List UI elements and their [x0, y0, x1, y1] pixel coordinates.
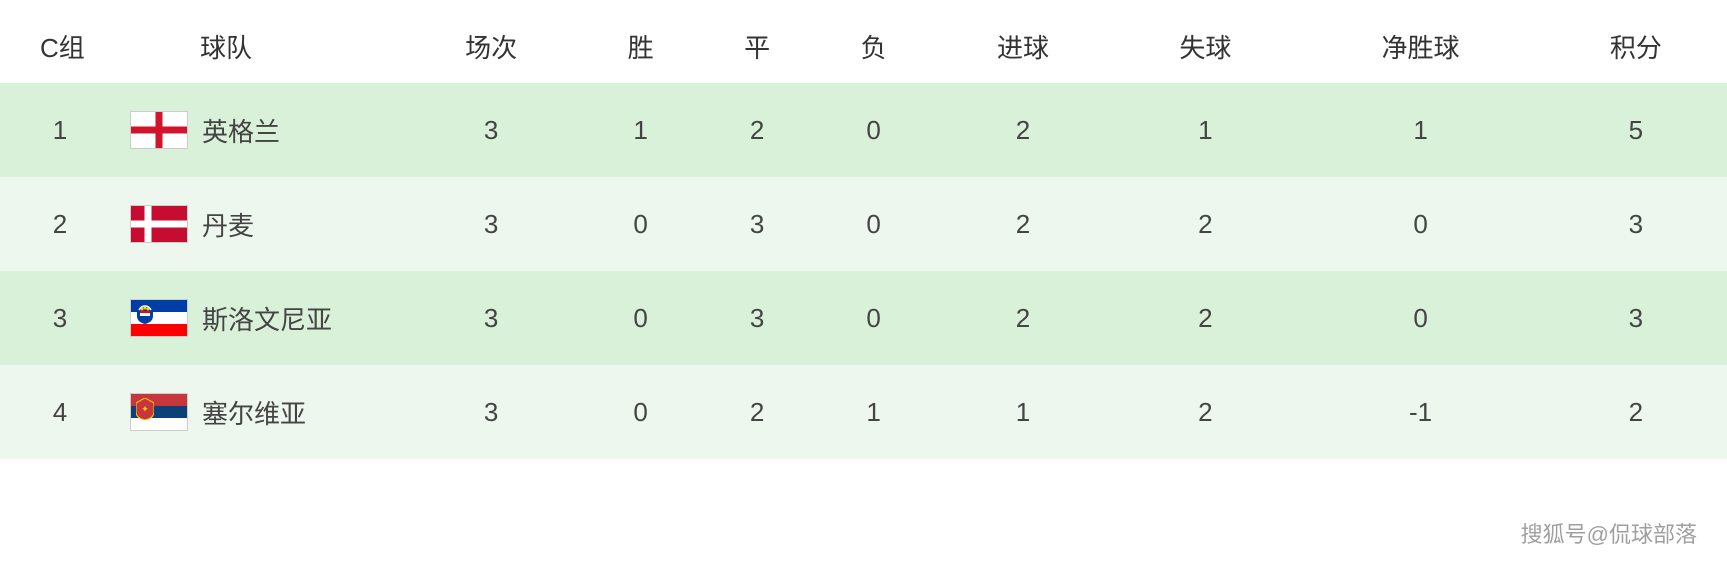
team-name: 塞尔维亚 — [202, 394, 306, 431]
loss-cell: 0 — [815, 83, 932, 177]
ga-cell: 2 — [1114, 177, 1296, 271]
flag-england — [130, 111, 188, 149]
table-header-row: C组 球队 场次 胜 平 负 进球 失球 净胜球 积分 — [0, 10, 1727, 83]
loss-cell: 0 — [815, 177, 932, 271]
gf-cell: 2 — [932, 271, 1114, 365]
rank-cell: 4 — [0, 365, 120, 459]
pts-cell: 3 — [1545, 177, 1727, 271]
svg-text:✦: ✦ — [141, 404, 149, 414]
table-row: 1 英格兰 3 1 2 0 2 1 1 5 — [0, 83, 1727, 177]
watermark: 搜狐号@侃球部落 — [1521, 517, 1697, 549]
table-row: 2 丹麦 3 0 3 0 2 2 0 3 — [0, 177, 1727, 271]
gf-header: 进球 — [932, 10, 1114, 83]
standings-table-container: C组 球队 场次 胜 平 负 进球 失球 净胜球 积分 1 英格兰 3 1 2 … — [0, 0, 1727, 469]
draw-header: 平 — [699, 10, 816, 83]
played-cell: 3 — [400, 177, 582, 271]
pts-header: 积分 — [1545, 10, 1727, 83]
win-header: 胜 — [582, 10, 699, 83]
gd-header: 净胜球 — [1296, 10, 1544, 83]
gd-cell: -1 — [1296, 365, 1544, 459]
win-cell: 1 — [582, 83, 699, 177]
gf-cell: 2 — [932, 177, 1114, 271]
win-cell: 0 — [582, 177, 699, 271]
played-header: 场次 — [400, 10, 582, 83]
standings-table: C组 球队 场次 胜 平 负 进球 失球 净胜球 积分 1 英格兰 3 1 2 … — [0, 10, 1727, 459]
rank-cell: 1 — [0, 83, 120, 177]
table-row: 3 斯洛文尼亚 3 0 3 0 2 2 0 3 — [0, 271, 1727, 365]
ga-cell: 2 — [1114, 271, 1296, 365]
ga-cell: 2 — [1114, 365, 1296, 459]
team-cell: ✦ 塞尔维亚 — [120, 365, 400, 459]
team-name: 英格兰 — [202, 112, 280, 149]
table-row: 4 ✦ 塞尔维亚 3 0 2 1 1 2 -1 2 — [0, 365, 1727, 459]
pts-cell: 5 — [1545, 83, 1727, 177]
played-cell: 3 — [400, 83, 582, 177]
team-cell: 英格兰 — [120, 83, 400, 177]
draw-cell: 3 — [699, 177, 816, 271]
pts-cell: 2 — [1545, 365, 1727, 459]
gf-cell: 1 — [932, 365, 1114, 459]
team-cell: 斯洛文尼亚 — [120, 271, 400, 365]
flag-serbia: ✦ — [130, 393, 188, 431]
gf-cell: 2 — [932, 83, 1114, 177]
flag-slovenia — [130, 299, 188, 337]
draw-cell: 3 — [699, 271, 816, 365]
draw-cell: 2 — [699, 83, 816, 177]
win-cell: 0 — [582, 365, 699, 459]
pts-cell: 3 — [1545, 271, 1727, 365]
group-header: C组 — [0, 10, 120, 83]
loss-cell: 1 — [815, 365, 932, 459]
loss-cell: 0 — [815, 271, 932, 365]
rank-cell: 2 — [0, 177, 120, 271]
team-name: 斯洛文尼亚 — [202, 300, 332, 337]
team-header: 球队 — [120, 10, 400, 83]
gd-cell: 0 — [1296, 271, 1544, 365]
played-cell: 3 — [400, 365, 582, 459]
draw-cell: 2 — [699, 365, 816, 459]
win-cell: 0 — [582, 271, 699, 365]
rank-cell: 3 — [0, 271, 120, 365]
team-name: 丹麦 — [202, 206, 254, 243]
ga-cell: 1 — [1114, 83, 1296, 177]
loss-header: 负 — [815, 10, 932, 83]
gd-cell: 1 — [1296, 83, 1544, 177]
ga-header: 失球 — [1114, 10, 1296, 83]
gd-cell: 0 — [1296, 177, 1544, 271]
played-cell: 3 — [400, 271, 582, 365]
flag-denmark — [130, 205, 188, 243]
team-cell: 丹麦 — [120, 177, 400, 271]
